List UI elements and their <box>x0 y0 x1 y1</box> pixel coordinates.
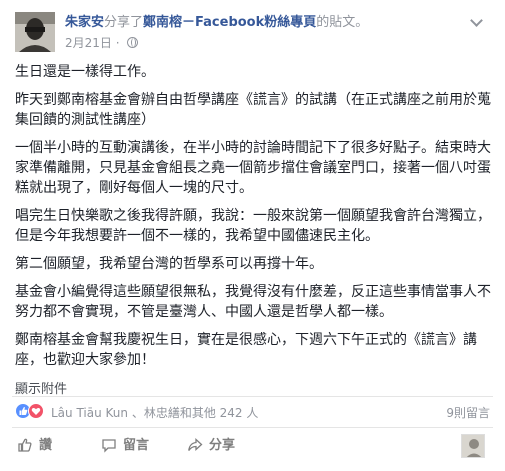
globe-icon <box>127 37 139 48</box>
meta-separator: · <box>115 36 120 50</box>
post-paragraph: 生日還是一樣得工作。 <box>15 64 155 80</box>
reaction-summary-link[interactable]: Lâu Tiāu Kun 、林忠繕和其他 242 人 <box>51 404 258 421</box>
divider <box>12 396 493 397</box>
see-attachments-link[interactable]: 顯示附件 <box>15 378 67 397</box>
post-paragraph: 鄭南榕基金會幫我慶祝生日，實在是很感心，下週六下午正式的《謊言》講座，也歡迎大家… <box>15 332 477 368</box>
share-button-label: 分享 <box>209 438 236 453</box>
post-paragraph: 基金會小編覺得這些願望很無私，我覺得沒有什麼差，反正這些事情當事人不努力都不會實… <box>15 284 491 320</box>
comment-button-label: 留言 <box>123 438 150 453</box>
heart-reaction-icon[interactable] <box>28 403 44 419</box>
thumbs-up-icon <box>18 438 32 452</box>
post-paragraph: 第二個願望，我希望台灣的哲學系可以再撐十年。 <box>15 256 323 272</box>
post-paragraph: 一個半小時的互動演講後，在半小時的討論時間記下了很多好點子。結束時大家準備離開，… <box>15 140 491 196</box>
share-arrow-icon <box>188 438 203 451</box>
shared-text: 分享了 <box>104 15 144 30</box>
chevron-down-icon[interactable] <box>470 14 483 27</box>
share-button[interactable]: 分享 <box>187 436 235 456</box>
post-paragraph: 唱完生日快樂歌之後我得許願，我說：一般來說第一個願望我會許台灣獨立，但是今年我想… <box>15 208 491 244</box>
like-button[interactable]: 讚 <box>17 436 52 456</box>
facebook-post: 朱家安分享了鄭南榕－Facebook粉絲專頁的貼文。 2月21日 · 生日還是一… <box>0 0 505 471</box>
commenter-avatar[interactable] <box>461 434 485 458</box>
comment-count-link[interactable]: 9則留言 <box>446 404 490 421</box>
post-paragraph: 昨天到鄭南榕基金會辦自由哲學講座《謊言》的試講（在正式講座之前用於蒐集回饋的測試… <box>15 92 491 128</box>
post-date-link[interactable]: 2月21日 <box>65 36 112 50</box>
reactions-bar: Lâu Tiāu Kun 、林忠繕和其他 242 人 9則留言 <box>15 402 490 422</box>
post-body: 生日還是一樣得工作。 昨天到鄭南榕基金會辦自由哲學講座《謊言》的試講（在正式講座… <box>15 62 493 378</box>
author-line: 朱家安分享了鄭南榕－Facebook粉絲專頁的貼文。 <box>65 14 368 32</box>
comment-icon <box>102 439 116 453</box>
author-avatar[interactable] <box>15 12 55 52</box>
divider <box>12 427 493 428</box>
page-name-link[interactable]: 鄭南榕－Facebook粉絲專頁 <box>143 15 316 30</box>
action-bar: 讚 留言 分享 <box>15 433 485 459</box>
post-meta: 2月21日 · <box>65 35 139 51</box>
author-name-link[interactable]: 朱家安 <box>65 15 104 30</box>
post-header: 朱家安分享了鄭南榕－Facebook粉絲專頁的貼文。 2月21日 · <box>15 12 485 54</box>
like-button-label: 讚 <box>39 438 53 453</box>
post-word-link[interactable]: 的貼文。 <box>316 15 368 30</box>
comment-button[interactable]: 留言 <box>101 436 149 456</box>
